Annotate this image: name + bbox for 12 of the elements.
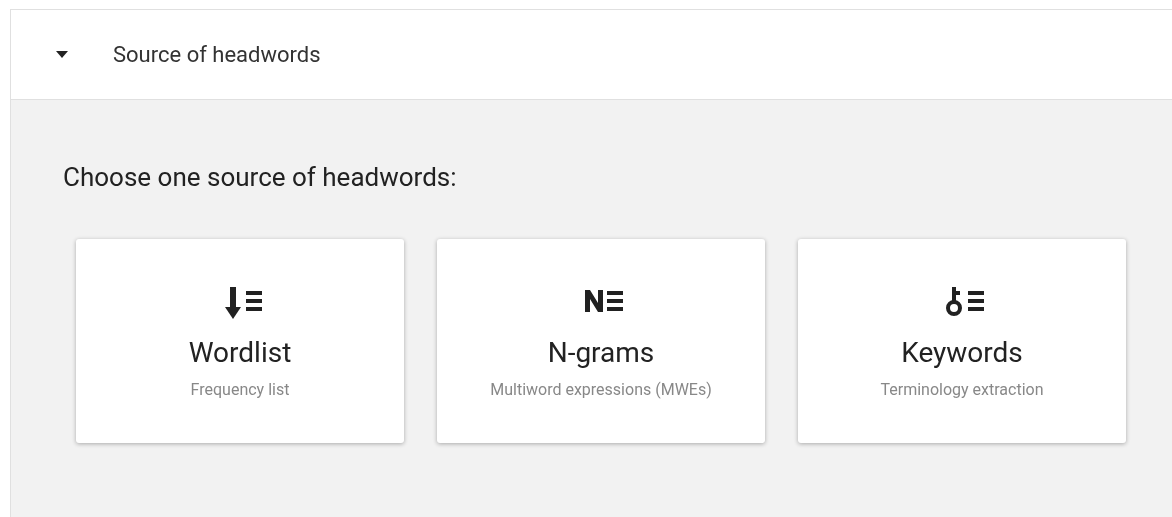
source-card[interactable]: Wordlist Frequency list [76, 239, 404, 443]
source-card[interactable]: Keywords Terminology extraction [798, 239, 1126, 443]
card-title: Keywords [901, 335, 1023, 370]
prompt-text: Choose one source of headwords: [63, 161, 458, 194]
card-subtitle: Frequency list [190, 379, 290, 401]
caret-icon [56, 50, 68, 59]
section-title: Source of headwords [113, 41, 321, 69]
source-card[interactable]: N-grams Multiword expressions (MWEs) [437, 239, 765, 443]
card-subtitle: Terminology extraction [880, 379, 1044, 401]
card-title: N-grams [547, 335, 655, 370]
card-title: Wordlist [188, 335, 292, 370]
card-subtitle: Multiword expressions (MWEs) [490, 379, 712, 401]
